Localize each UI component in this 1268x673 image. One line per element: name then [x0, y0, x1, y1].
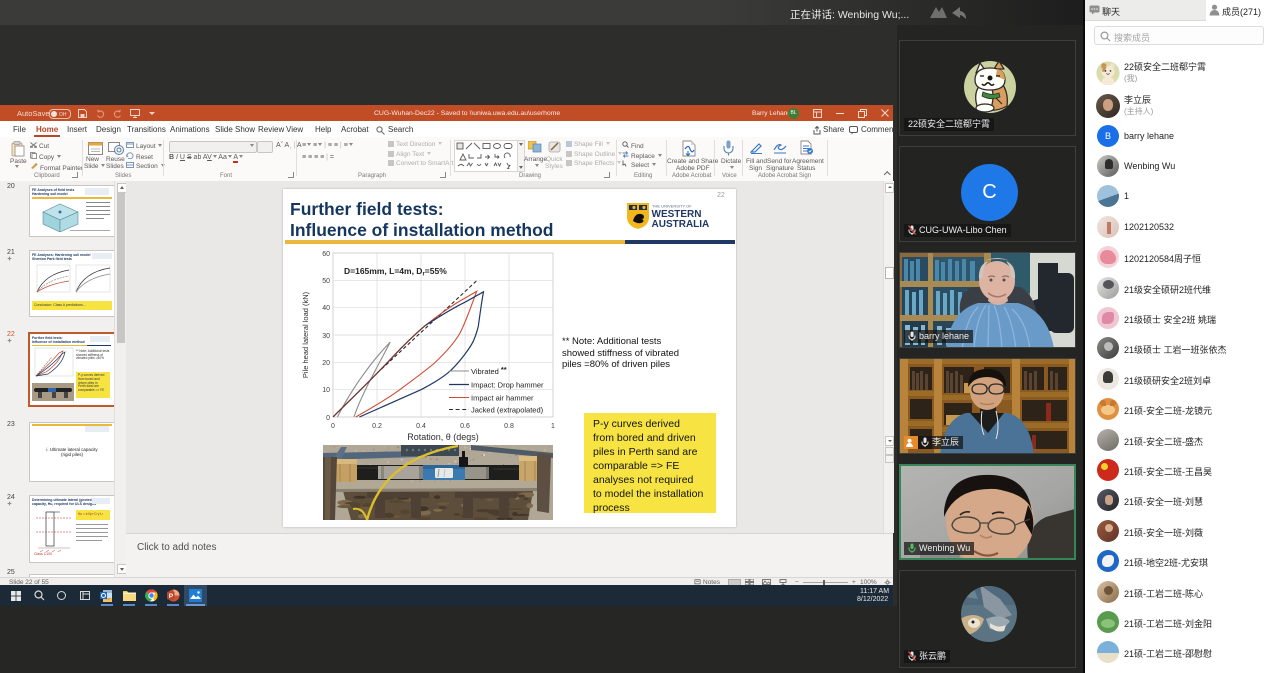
- svg-text:10: 10: [322, 387, 330, 394]
- svg-text:0.8: 0.8: [504, 423, 514, 430]
- svg-text:0.6: 0.6: [460, 423, 470, 430]
- svg-text:AUSTRALIA: AUSTRALIA: [652, 219, 710, 230]
- svg-text:Impact: Drop hammer: Impact: Drop hammer: [471, 381, 544, 390]
- svg-text:30: 30: [322, 333, 330, 340]
- svg-text:Jacked (extrapolated): Jacked (extrapolated): [471, 406, 544, 415]
- svg-text:0.2: 0.2: [372, 423, 382, 430]
- svg-text:Rotation, θ (degs): Rotation, θ (degs): [407, 432, 479, 442]
- svg-text:0.4: 0.4: [416, 423, 426, 430]
- svg-text:60: 60: [322, 251, 330, 258]
- svg-text:50: 50: [322, 278, 330, 285]
- svg-text:1: 1: [551, 423, 555, 430]
- svg-text:Impact air hammer: Impact air hammer: [471, 394, 534, 403]
- svg-text:D=165mm, L=4m, Dr=55%: D=165mm, L=4m, Dr=55%: [344, 266, 447, 278]
- svg-text:20: 20: [322, 360, 330, 367]
- svg-text:P: P: [169, 593, 174, 600]
- svg-text:THE UNIVERSITY OF: THE UNIVERSITY OF: [652, 204, 692, 209]
- svg-text:0: 0: [326, 415, 330, 422]
- svg-text:Pile head lateral load (kN): Pile head lateral load (kN): [301, 291, 310, 378]
- svg-text:0: 0: [331, 423, 335, 430]
- svg-text:40: 40: [322, 305, 330, 312]
